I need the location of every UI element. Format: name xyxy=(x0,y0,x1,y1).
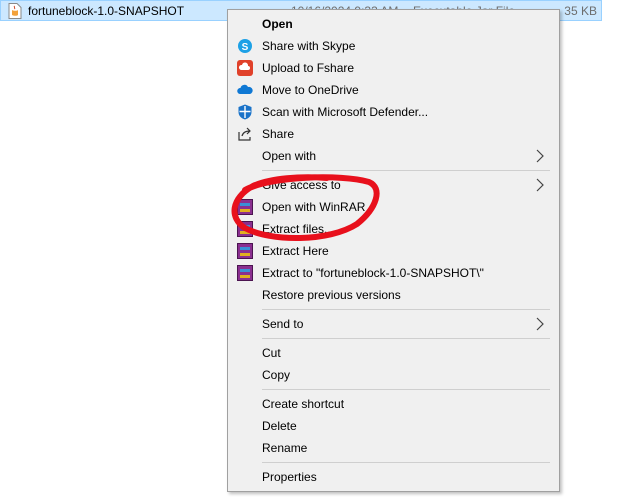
menu-item-label: Move to OneDrive xyxy=(262,83,359,97)
menu-item-share-with-skype[interactable]: S Share with Skype xyxy=(230,35,557,57)
menu-item-share[interactable]: Share xyxy=(230,123,557,145)
menu-item-cut[interactable]: Cut xyxy=(230,342,557,364)
menu-item-label: Open with WinRAR xyxy=(262,200,366,214)
menu-separator xyxy=(262,309,550,310)
menu-item-label: Delete xyxy=(262,419,297,433)
menu-item-label: Copy xyxy=(262,368,291,382)
menu-item-label: Restore previous versions xyxy=(262,288,401,302)
chevron-right-icon xyxy=(536,149,544,163)
defender-shield-icon xyxy=(238,104,252,120)
menu-item-extract-here[interactable]: Extract Here xyxy=(230,240,557,262)
menu-item-restore-previous-versions[interactable]: Restore previous versions xyxy=(230,284,557,306)
menu-item-label: Upload to Fshare xyxy=(262,61,355,75)
winrar-icon xyxy=(237,221,253,237)
menu-item-label: Open xyxy=(262,17,293,31)
menu-item-copy[interactable]: Copy xyxy=(230,364,557,386)
menu-item-upload-to-fshare[interactable]: Upload to Fshare xyxy=(230,57,557,79)
menu-item-move-to-onedrive[interactable]: Move to OneDrive xyxy=(230,79,557,101)
winrar-icon xyxy=(237,265,253,281)
menu-item-create-shortcut[interactable]: Create shortcut xyxy=(230,393,557,415)
chevron-right-icon xyxy=(536,317,544,331)
menu-item-send-to[interactable]: Send to xyxy=(230,313,557,335)
menu-separator xyxy=(262,338,550,339)
menu-item-label: Properties xyxy=(262,470,317,484)
menu-item-extract-files[interactable]: Extract files... xyxy=(230,218,557,240)
menu-separator xyxy=(262,170,550,171)
winrar-icon xyxy=(237,243,253,259)
menu-item-give-access-to[interactable]: Give access to xyxy=(230,174,557,196)
menu-separator xyxy=(262,462,550,463)
file-name: fortuneblock-1.0-SNAPSHOT xyxy=(28,4,185,18)
menu-item-label: Send to xyxy=(262,317,304,331)
menu-item-scan-with-defender[interactable]: Scan with Microsoft Defender... xyxy=(230,101,557,123)
menu-item-label: Share xyxy=(262,127,295,141)
menu-item-properties[interactable]: Properties xyxy=(230,466,557,488)
context-menu: Open S Share with Skype Upload to Fshare… xyxy=(227,9,560,492)
share-icon xyxy=(238,127,251,141)
onedrive-cloud-icon xyxy=(237,84,253,94)
menu-item-label: Extract Here xyxy=(262,244,329,258)
file-size: 35 KB xyxy=(564,4,597,18)
menu-item-label: Cut xyxy=(262,346,281,360)
menu-item-label: Extract to "fortuneblock-1.0-SNAPSHOT\" xyxy=(262,266,484,280)
fshare-icon xyxy=(237,60,253,76)
menu-item-open[interactable]: Open xyxy=(230,13,557,35)
jar-file-icon xyxy=(8,3,22,19)
menu-item-delete[interactable]: Delete xyxy=(230,415,557,437)
menu-item-label: Give access to xyxy=(262,178,341,192)
menu-item-label: Create shortcut xyxy=(262,397,345,411)
menu-item-rename[interactable]: Rename xyxy=(230,437,557,459)
menu-item-label: Extract files... xyxy=(262,222,335,236)
winrar-icon xyxy=(237,199,253,215)
skype-icon: S xyxy=(238,39,252,53)
menu-item-label: Rename xyxy=(262,441,308,455)
menu-item-label: Open with xyxy=(262,149,317,163)
menu-item-open-with[interactable]: Open with xyxy=(230,145,557,167)
menu-item-extract-to-folder[interactable]: Extract to "fortuneblock-1.0-SNAPSHOT\" xyxy=(230,262,557,284)
menu-item-label: Share with Skype xyxy=(262,39,356,53)
menu-item-label: Scan with Microsoft Defender... xyxy=(262,105,429,119)
menu-item-open-with-winrar[interactable]: Open with WinRAR xyxy=(230,196,557,218)
svg-text:S: S xyxy=(242,42,249,53)
menu-separator xyxy=(262,389,550,390)
chevron-right-icon xyxy=(536,178,544,192)
